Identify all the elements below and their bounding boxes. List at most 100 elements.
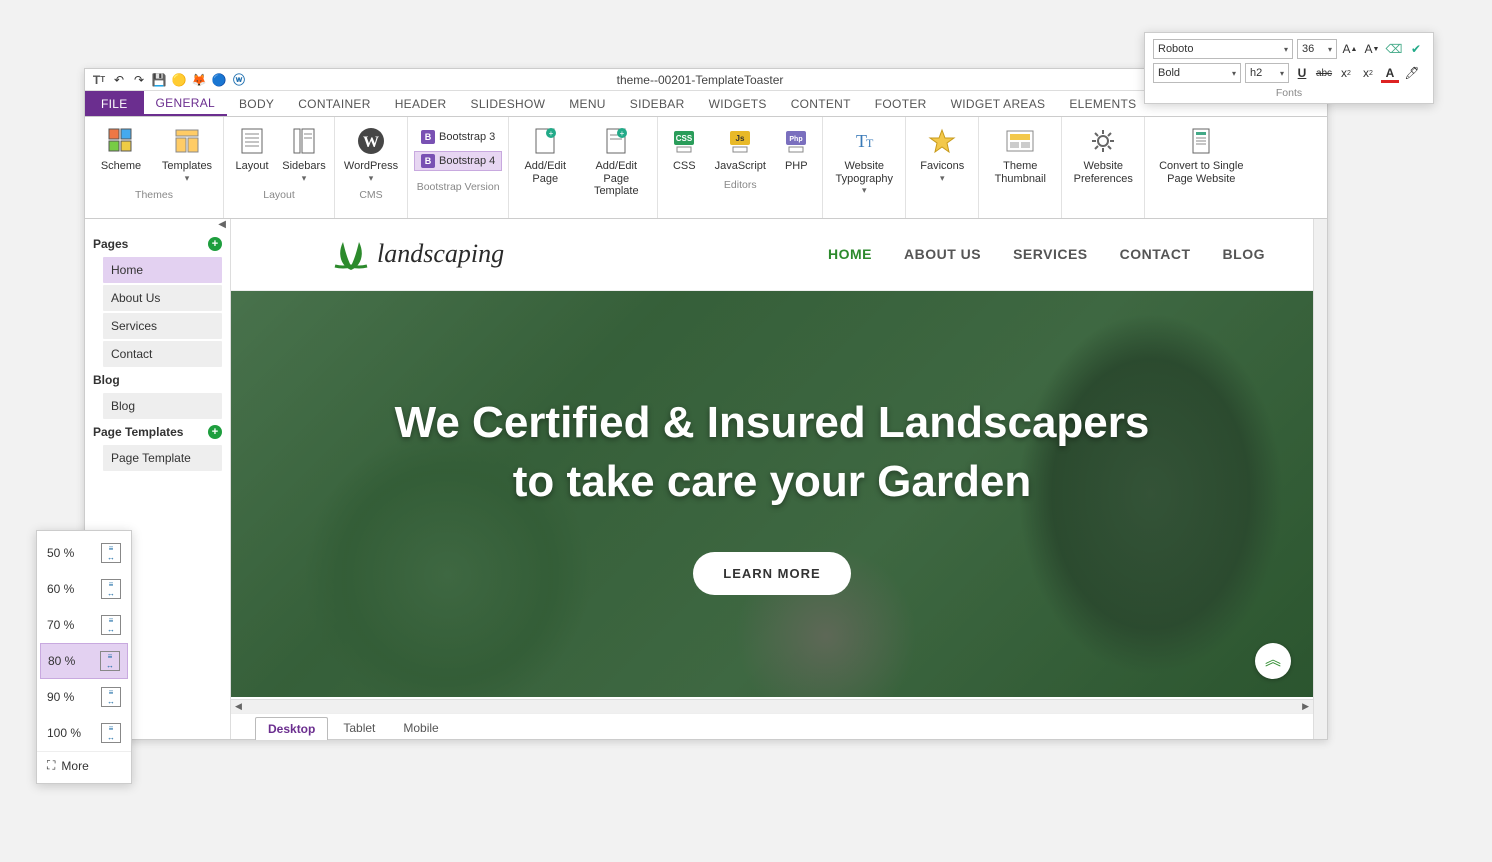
scroll-top-button[interactable]: ︽ — [1255, 643, 1291, 679]
font-size-select[interactable]: 36 — [1297, 39, 1337, 59]
tab-slideshow[interactable]: SLIDESHOW — [459, 91, 558, 116]
nav-about[interactable]: ABOUT US — [904, 246, 981, 262]
tab-widgets[interactable]: WIDGETS — [697, 91, 779, 116]
zoom-100[interactable]: 100 %≡↔ — [37, 715, 131, 751]
page-width-icon: ≡↔ — [101, 543, 121, 563]
decrease-font-icon[interactable]: A▼ — [1363, 40, 1381, 58]
preferences-label: Website Preferences — [1070, 160, 1136, 185]
device-tab-mobile[interactable]: Mobile — [390, 716, 451, 739]
leaf-logo-icon — [331, 236, 371, 272]
tab-general[interactable]: GENERAL — [144, 91, 227, 116]
ribbon-group-preferences: Website Preferences — [1062, 117, 1145, 218]
zoom-70[interactable]: 70 %≡↔ — [37, 607, 131, 643]
bootstrap4-button[interactable]: BBootstrap 4 — [414, 151, 502, 171]
tab-elements[interactable]: ELEMENTS — [1057, 91, 1148, 116]
wordpress-icon[interactable]: ⓦ — [231, 72, 247, 88]
edge-icon[interactable]: 🔵 — [211, 72, 227, 88]
page-item-blog[interactable]: Blog — [103, 393, 222, 419]
add-page-icon[interactable]: + — [208, 237, 222, 251]
add-edit-page-button[interactable]: + Add/Edit Page — [515, 121, 575, 189]
check-icon[interactable]: ✔ — [1407, 40, 1425, 58]
tab-body[interactable]: BODY — [227, 91, 286, 116]
js-editor-button[interactable]: Js JavaScript — [710, 121, 770, 177]
tab-header[interactable]: HEADER — [383, 91, 459, 116]
highlight-icon[interactable]: 🖊 — [1403, 64, 1421, 82]
tab-menu[interactable]: MENU — [557, 91, 618, 116]
php-editor-button[interactable]: Php PHP — [776, 121, 816, 177]
preferences-button[interactable]: Website Preferences — [1068, 121, 1138, 189]
page-item-services[interactable]: Services — [103, 313, 222, 339]
subscript-icon[interactable]: x2 — [1337, 64, 1355, 82]
add-template-icon[interactable]: + — [208, 425, 222, 439]
sidebars-button[interactable]: Sidebars — [280, 121, 328, 187]
tab-sidebar[interactable]: SIDEBAR — [618, 91, 697, 116]
save-icon[interactable]: 💾 — [151, 72, 167, 88]
js-icon: Js — [724, 125, 756, 157]
panel-collapse-icon[interactable]: ◀ — [85, 219, 230, 233]
bootstrap3-button[interactable]: BBootstrap 3 — [414, 127, 502, 147]
site-logo[interactable]: landscaping — [331, 236, 504, 272]
tab-footer[interactable]: FOOTER — [863, 91, 939, 116]
nav-blog[interactable]: BLOG — [1223, 246, 1265, 262]
device-tab-desktop[interactable]: Desktop — [255, 717, 328, 740]
superscript-icon[interactable]: x2 — [1359, 64, 1377, 82]
learn-more-button[interactable]: LEARN MORE — [693, 552, 850, 595]
wordpress-button[interactable]: W WordPress — [341, 121, 401, 187]
font-color-icon[interactable]: A — [1381, 64, 1399, 82]
typography-button[interactable]: TT Website Typography — [829, 121, 899, 200]
tab-container[interactable]: CONTAINER — [286, 91, 382, 116]
horizontal-scrollbar[interactable]: ◀▶ — [231, 699, 1313, 713]
thumbnail-button[interactable]: Theme Thumbnail — [985, 121, 1055, 189]
page-item-contact[interactable]: Contact — [103, 341, 222, 367]
layout-button[interactable]: Layout — [230, 121, 274, 177]
zoom-90[interactable]: 90 %≡↔ — [37, 679, 131, 715]
templates-header-label: Page Templates — [93, 425, 183, 439]
scheme-button[interactable]: Scheme — [91, 121, 151, 177]
font-family-value: Roboto — [1158, 43, 1193, 55]
zoom-50[interactable]: 50 %≡↔ — [37, 535, 131, 571]
undo-icon[interactable]: ↶ — [111, 72, 127, 88]
ribbon-group-cms: W WordPress CMS — [335, 117, 408, 218]
heading-tag-select[interactable]: h2 — [1245, 63, 1289, 83]
zoom-more[interactable]: ⛶More — [37, 751, 131, 779]
redo-icon[interactable]: ↷ — [131, 72, 147, 88]
firefox-icon[interactable]: 🦊 — [191, 72, 207, 88]
page-item-template[interactable]: Page Template — [103, 445, 222, 471]
single-page-icon — [1185, 125, 1217, 157]
page-item-about[interactable]: About Us — [103, 285, 222, 311]
css-editor-button[interactable]: CSS CSS — [664, 121, 704, 177]
favicons-button[interactable]: Favicons — [912, 121, 972, 187]
preview-canvas[interactable]: landscaping HOME ABOUT US SERVICES CONTA… — [231, 219, 1313, 699]
chrome-icon[interactable]: 🟡 — [171, 72, 187, 88]
thumbnail-icon — [1004, 125, 1036, 157]
tab-widget-areas[interactable]: WIDGET AREAS — [939, 91, 1058, 116]
vertical-scrollbar[interactable] — [1313, 219, 1327, 739]
convert-button[interactable]: Convert to Single Page Website — [1151, 121, 1251, 189]
nav-services[interactable]: SERVICES — [1013, 246, 1088, 262]
svg-text:W: W — [363, 134, 379, 151]
underline-icon[interactable]: U — [1293, 64, 1311, 82]
zoom-80[interactable]: 80 %≡↔ — [40, 643, 128, 679]
tab-content[interactable]: CONTENT — [779, 91, 863, 116]
ribbon-group-thumbnail: Theme Thumbnail — [979, 117, 1062, 218]
clear-formatting-icon[interactable]: ⌫ — [1385, 40, 1403, 58]
add-edit-template-button[interactable]: + Add/Edit Page Template — [581, 121, 651, 202]
tab-file[interactable]: FILE — [85, 91, 144, 116]
device-tab-tablet[interactable]: Tablet — [330, 716, 388, 739]
zoom-60[interactable]: 60 %≡↔ — [37, 571, 131, 607]
font-weight-select[interactable]: Bold — [1153, 63, 1241, 83]
css-label: CSS — [673, 160, 696, 173]
gear-icon — [1087, 125, 1119, 157]
titlebar: TT ↶ ↷ 💾 🟡 🦊 🔵 ⓦ theme--00201-TemplateTo… — [85, 69, 1327, 91]
strikethrough-icon[interactable]: abc — [1315, 64, 1333, 82]
text-tool-icon[interactable]: TT — [91, 72, 107, 88]
template-plus-icon: + — [600, 125, 632, 157]
nav-home[interactable]: HOME — [828, 246, 872, 262]
increase-font-icon[interactable]: A▲ — [1341, 40, 1359, 58]
logo-text: landscaping — [377, 239, 504, 269]
nav-contact[interactable]: CONTACT — [1120, 246, 1191, 262]
page-item-home[interactable]: Home — [103, 257, 222, 283]
font-family-select[interactable]: Roboto — [1153, 39, 1293, 59]
zoom-100-label: 100 % — [47, 726, 81, 740]
templates-button[interactable]: Templates — [157, 121, 217, 187]
